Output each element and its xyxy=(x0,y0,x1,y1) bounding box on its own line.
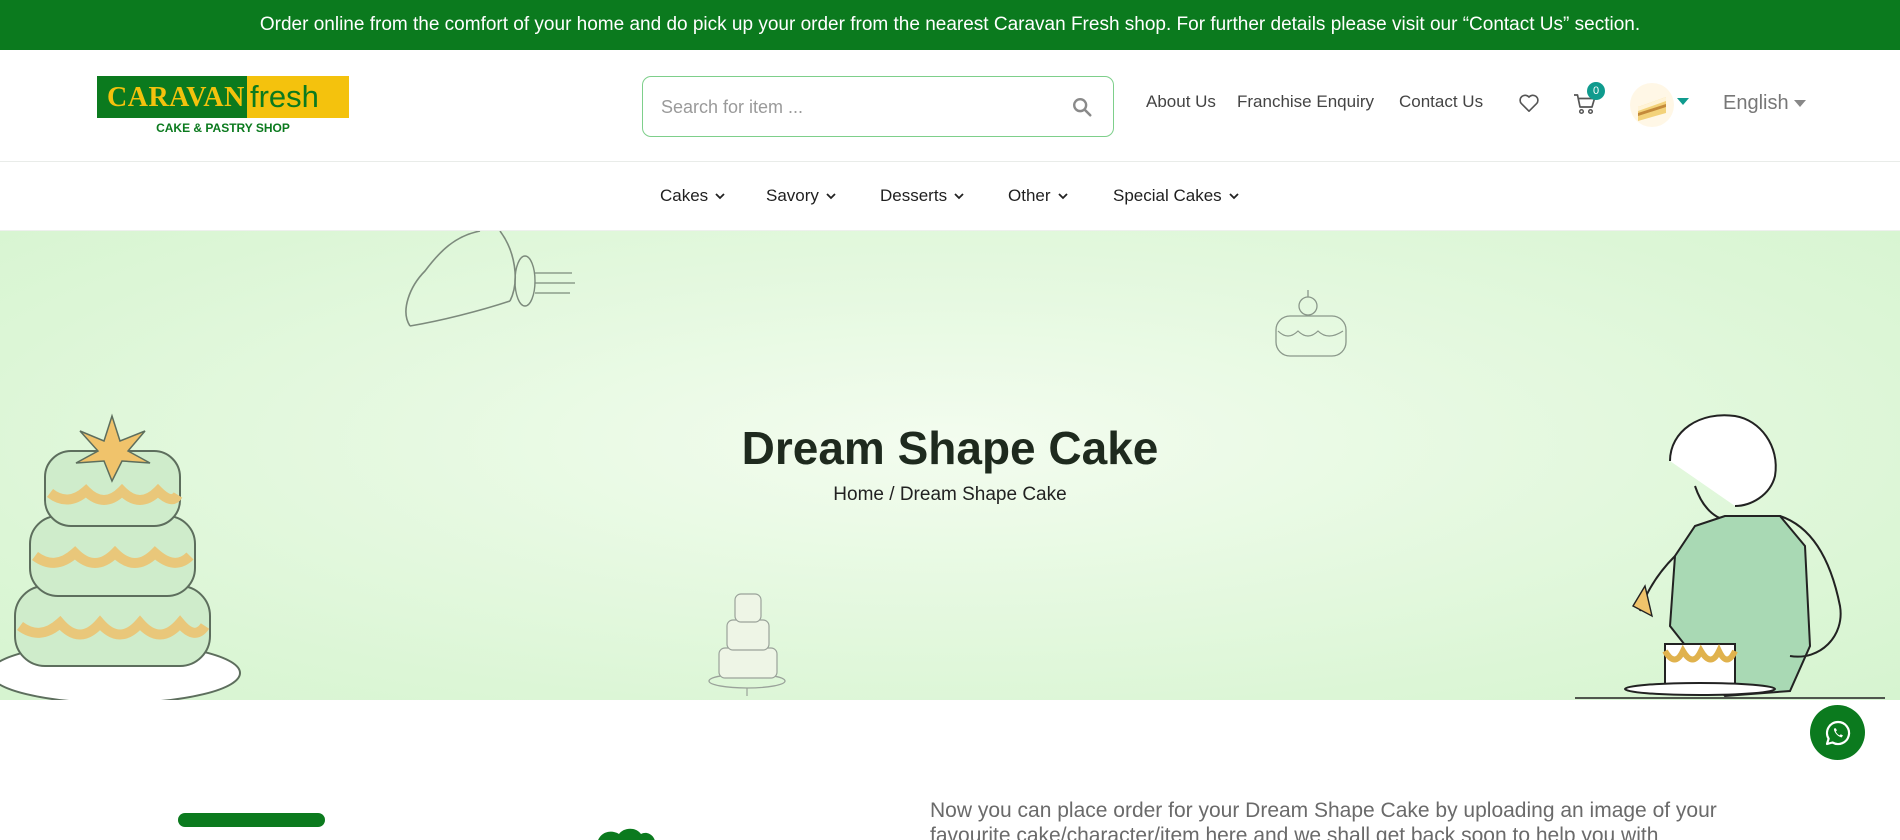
chevron-down-icon xyxy=(826,193,836,200)
whatsapp-icon xyxy=(1825,720,1850,745)
promo-bar: Order online from the comfort of your ho… xyxy=(0,0,1900,50)
chevron-down-icon xyxy=(715,193,725,200)
logo-badge: CARAVAN fresh xyxy=(97,76,349,118)
cat-savory[interactable]: Savory xyxy=(766,186,836,206)
category-nav: Cakes Savory Desserts Other Special Cake… xyxy=(0,162,1900,231)
breadcrumb-separator: / xyxy=(883,484,900,505)
whatsapp-button[interactable] xyxy=(1810,705,1865,760)
nav-about-us[interactable]: About Us xyxy=(1146,92,1216,112)
nav-contact-us[interactable]: Contact Us xyxy=(1399,92,1483,112)
chevron-down-icon xyxy=(1229,193,1239,200)
language-chevron-down-icon xyxy=(1794,99,1807,107)
cart-count-badge: 0 xyxy=(1587,82,1605,100)
search-input[interactable] xyxy=(661,93,1041,121)
promo-text: Order online from the comfort of your ho… xyxy=(259,14,1641,35)
breadcrumb-current: Dream Shape Cake xyxy=(899,484,1067,505)
search-box xyxy=(642,76,1114,137)
intro-paragraph: Now you can place order for your Dream S… xyxy=(930,799,1717,840)
mini-tiered-cake-sketch xyxy=(708,593,786,696)
search-icon[interactable] xyxy=(1071,96,1093,118)
logo[interactable]: CARAVAN fresh CAKE & PASTRY SHOP xyxy=(97,76,349,136)
cake-avatar[interactable] xyxy=(1630,83,1674,127)
logo-tagline: CAKE & PASTRY SHOP xyxy=(156,121,290,135)
cat-label: Savory xyxy=(766,186,819,205)
logo-word-fresh: fresh xyxy=(250,79,319,114)
chevron-down-icon xyxy=(1057,193,1068,200)
cat-other[interactable]: Other xyxy=(1008,186,1068,206)
hero-banner: Dream Shape Cake Home / Dream Shape Cake xyxy=(0,231,1900,700)
heart-icon[interactable] xyxy=(1518,93,1540,113)
cat-label: Cakes xyxy=(660,186,709,205)
page-title: Dream Shape Cake xyxy=(741,422,1159,474)
cat-label: Special Cakes xyxy=(1113,186,1222,205)
language-selector[interactable]: English xyxy=(1723,92,1807,115)
decorative-leaf-shape xyxy=(598,828,655,840)
breadcrumb-home-link[interactable]: Home xyxy=(833,484,884,505)
logo-word-caravan: CARAVAN xyxy=(107,82,245,113)
cat-cakes[interactable]: Cakes xyxy=(660,186,725,206)
cat-label: Desserts xyxy=(880,186,948,205)
language-label: English xyxy=(1723,92,1789,114)
cake-sketch-illustration xyxy=(405,231,575,327)
nav-franchise-enquiry[interactable]: Franchise Enquiry xyxy=(1237,92,1374,112)
small-cake-sketch xyxy=(1275,290,1347,357)
cat-label: Other xyxy=(1008,186,1051,205)
site-header: CARAVAN fresh CAKE & PASTRY SHOP About U… xyxy=(0,50,1900,162)
decorative-pill xyxy=(178,813,325,827)
breadcrumb: Home / Dream Shape Cake xyxy=(0,484,1900,506)
cat-special-cakes[interactable]: Special Cakes xyxy=(1113,186,1239,206)
chevron-down-icon xyxy=(954,193,964,200)
cat-desserts[interactable]: Desserts xyxy=(880,186,964,206)
account-chevron-down-icon[interactable] xyxy=(1677,98,1689,106)
